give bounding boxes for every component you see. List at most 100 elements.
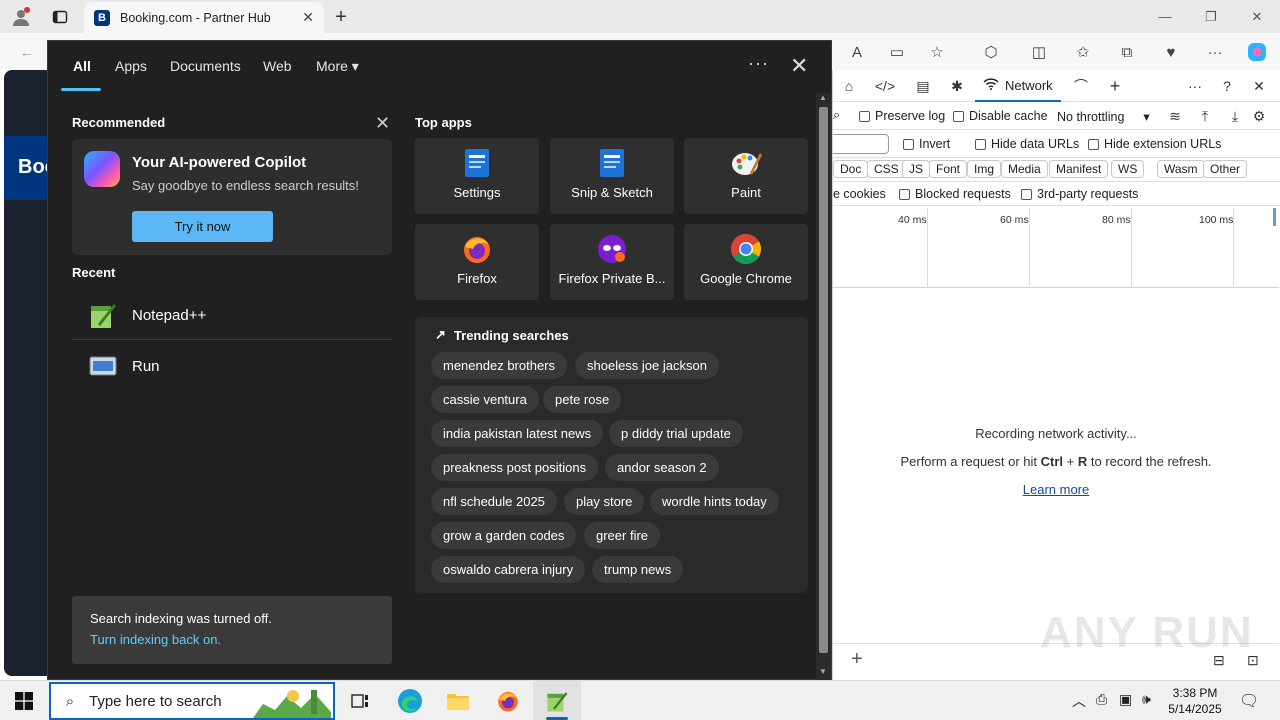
app-tile-firefox-private[interactable]: Firefox Private B...	[550, 224, 674, 300]
type-filter[interactable]: Wasm	[1157, 160, 1205, 178]
settings-more-icon[interactable]: ···	[1202, 39, 1228, 65]
notifications-icon[interactable]: 🗨	[1239, 691, 1259, 711]
console-icon[interactable]: ▤	[911, 74, 935, 98]
type-filter[interactable]: Manifest	[1049, 160, 1109, 178]
app-tile-paint[interactable]: Paint	[684, 138, 808, 214]
type-filter[interactable]: Img	[967, 160, 1002, 178]
help-icon[interactable]: ?	[1215, 74, 1239, 98]
type-filter[interactable]: Other	[1203, 160, 1248, 178]
trending-chip[interactable]: p diddy trial update	[609, 420, 743, 447]
scrollbar-thumb[interactable]	[819, 107, 828, 653]
devtools-close-icon[interactable]: ✕	[1247, 74, 1271, 98]
trending-chip[interactable]: preakness post positions	[431, 454, 599, 481]
app-tile-firefox[interactable]: Firefox	[415, 224, 539, 300]
recent-item-run[interactable]: Run	[72, 341, 392, 391]
minimize-icon[interactable]: —	[1142, 0, 1188, 33]
start-button[interactable]	[0, 681, 48, 720]
window-close-icon[interactable]: ✕	[1234, 0, 1280, 33]
trending-chip[interactable]: menendez brothers	[431, 352, 568, 379]
trending-chip[interactable]: andor season 2	[605, 454, 719, 481]
search-input[interactable]: Type here to search	[89, 693, 222, 710]
profile-icon[interactable]	[8, 4, 34, 30]
trending-chip[interactable]: grow a garden codes	[431, 522, 577, 549]
network-settings-gear-icon[interactable]: ⚙	[1247, 104, 1271, 128]
network-conditions-icon[interactable]: ≋	[1163, 104, 1187, 128]
back-icon[interactable]: ←	[14, 39, 40, 65]
preserve-log-checkbox[interactable]: Preserve log	[859, 109, 945, 123]
network-tray-icon[interactable]: ▣	[1119, 691, 1132, 708]
type-filter[interactable]: JS	[902, 160, 931, 178]
search-icon[interactable]: ⌕	[833, 107, 840, 123]
new-tab-icon[interactable]: +	[328, 4, 354, 30]
export-har-icon[interactable]: ⤓	[1223, 104, 1247, 128]
trending-chip[interactable]: oswaldo cabrera injury	[431, 556, 586, 583]
tab-close-icon[interactable]: ✕	[302, 9, 314, 26]
import-har-icon[interactable]: ⤒	[1193, 104, 1217, 128]
firefox-taskbar-icon[interactable]	[484, 681, 532, 720]
recent-item-notepadpp[interactable]: Notepad++	[72, 290, 392, 340]
trending-chip[interactable]: shoeless joe jackson	[575, 352, 719, 379]
copilot-icon[interactable]	[1244, 39, 1270, 65]
type-filter[interactable]: Font	[929, 160, 968, 178]
tab-apps[interactable]: Apps	[115, 58, 147, 74]
app-tile-snip-sketch[interactable]: Snip & Sketch	[550, 138, 674, 214]
performance-gauge-icon[interactable]: ⌒	[1069, 74, 1093, 98]
extensions-icon[interactable]: ⬡	[978, 39, 1004, 65]
throttling-select[interactable]: No throttling ▾	[1057, 109, 1150, 125]
favorites-icon[interactable]: ✩	[1070, 39, 1096, 65]
taskbar-search-box[interactable]: ⌕ Type here to search	[49, 682, 335, 720]
trending-chip[interactable]: trump news	[592, 556, 684, 583]
collections-icon[interactable]: ⧉	[1114, 39, 1140, 65]
trending-chip[interactable]: pete rose	[543, 386, 622, 413]
browser-tab-active[interactable]: B Booking.com - Partner Hub ✕	[84, 2, 324, 33]
edge-taskbar-icon[interactable]	[386, 681, 434, 720]
favorite-star-icon[interactable]: ☆	[924, 39, 950, 65]
dismiss-recommended-icon[interactable]: ✕	[375, 113, 390, 134]
disable-cache-checkbox[interactable]: Disable cache	[953, 109, 1048, 123]
try-it-now-button[interactable]: Try it now	[132, 211, 273, 242]
trending-chip[interactable]: greer fire	[584, 522, 661, 549]
show-hidden-icons-icon[interactable]: ︿	[1072, 691, 1086, 711]
device-icon[interactable]: ⎙	[1096, 691, 1107, 708]
tab-documents[interactable]: Documents	[170, 58, 241, 74]
close-icon[interactable]: ✕	[790, 53, 808, 79]
more-tools-plus-icon[interactable]: +	[1103, 74, 1127, 98]
filter-input[interactable]	[833, 134, 889, 154]
drawer-add-icon[interactable]: +	[851, 648, 863, 671]
type-filter[interactable]: Media	[1001, 160, 1048, 178]
search-panel-scrollbar[interactable]: ▲ ▼	[816, 93, 831, 681]
volume-icon[interactable]: 🕪	[1142, 691, 1151, 708]
tab-network[interactable]: Network	[975, 70, 1061, 102]
read-aloud-icon[interactable]: A	[844, 39, 870, 65]
app-tile-google-chrome[interactable]: Google Chrome	[684, 224, 808, 300]
hide-extension-urls-checkbox[interactable]: Hide extension URLs	[1088, 137, 1221, 151]
clock[interactable]: 3:38 PM 5/14/2025	[1165, 685, 1225, 717]
invert-checkbox[interactable]: Invert	[903, 137, 950, 151]
tab-actions-icon[interactable]	[47, 4, 73, 30]
trending-chip[interactable]: play store	[564, 488, 645, 515]
scroll-up-icon[interactable]: ▲	[819, 93, 827, 102]
app-tile-settings[interactable]: Settings	[415, 138, 539, 214]
learn-more-link[interactable]: Learn more	[833, 482, 1279, 497]
type-filter[interactable]: CSS	[867, 160, 906, 178]
type-filter[interactable]: Doc	[833, 160, 869, 178]
trending-chip[interactable]: nfl schedule 2025	[431, 488, 557, 515]
task-view-icon[interactable]	[336, 681, 384, 720]
elements-code-icon[interactable]: </>	[873, 74, 897, 98]
trending-chip[interactable]: wordle hints today	[650, 488, 779, 515]
tab-web[interactable]: Web	[263, 58, 292, 74]
blocked-requests-checkbox[interactable]: Blocked requests	[899, 187, 1011, 201]
sources-bug-icon[interactable]: ✱	[945, 74, 969, 98]
restore-icon[interactable]: ❐	[1188, 0, 1234, 33]
split-screen-icon[interactable]: ◫	[1026, 39, 1052, 65]
devtools-more-icon[interactable]: ···	[1183, 74, 1207, 98]
hide-data-urls-checkbox[interactable]: Hide data URLs	[975, 137, 1079, 151]
turn-indexing-on-link[interactable]: Turn indexing back on.	[90, 632, 374, 647]
immersive-reader-icon[interactable]: ▭	[884, 39, 910, 65]
tab-more[interactable]: More ▾	[316, 58, 359, 75]
more-options-icon[interactable]: ···	[748, 53, 769, 74]
notepadpp-taskbar-icon[interactable]	[533, 681, 581, 720]
tab-all[interactable]: All	[73, 58, 91, 74]
performance-icon[interactable]: ♥	[1158, 39, 1184, 65]
trending-chip[interactable]: cassie ventura	[431, 386, 539, 413]
